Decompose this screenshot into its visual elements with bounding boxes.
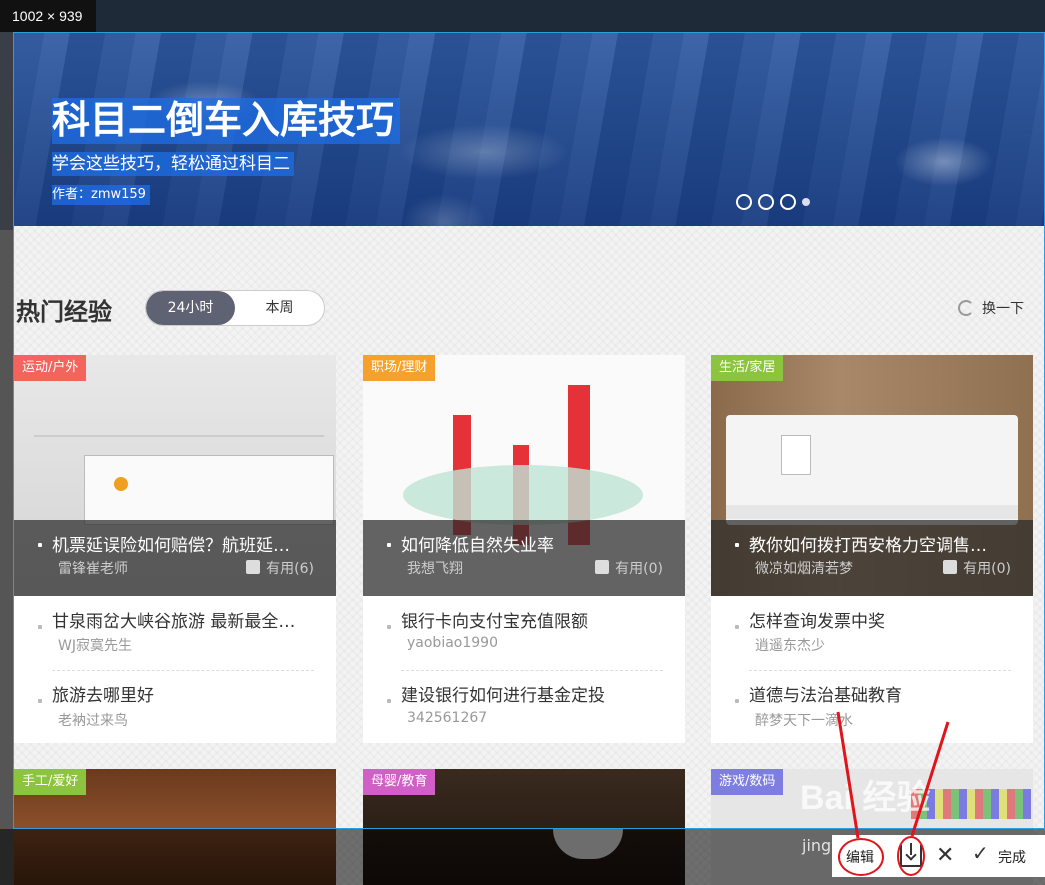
category-tag[interactable]: 职场/理财 — [363, 355, 436, 381]
annotation-arrow-edit — [836, 711, 860, 839]
category-tag[interactable]: 运动/户外 — [14, 355, 87, 381]
annotation-arrow-download — [910, 721, 950, 837]
category-tag[interactable]: 生活/家居 — [711, 355, 784, 381]
annotation-arrows — [836, 711, 950, 839]
page: 1002 × 939 科目二倒车入库技巧 学会这些技巧，轻松通过科目二 作者：z… — [0, 0, 1045, 885]
